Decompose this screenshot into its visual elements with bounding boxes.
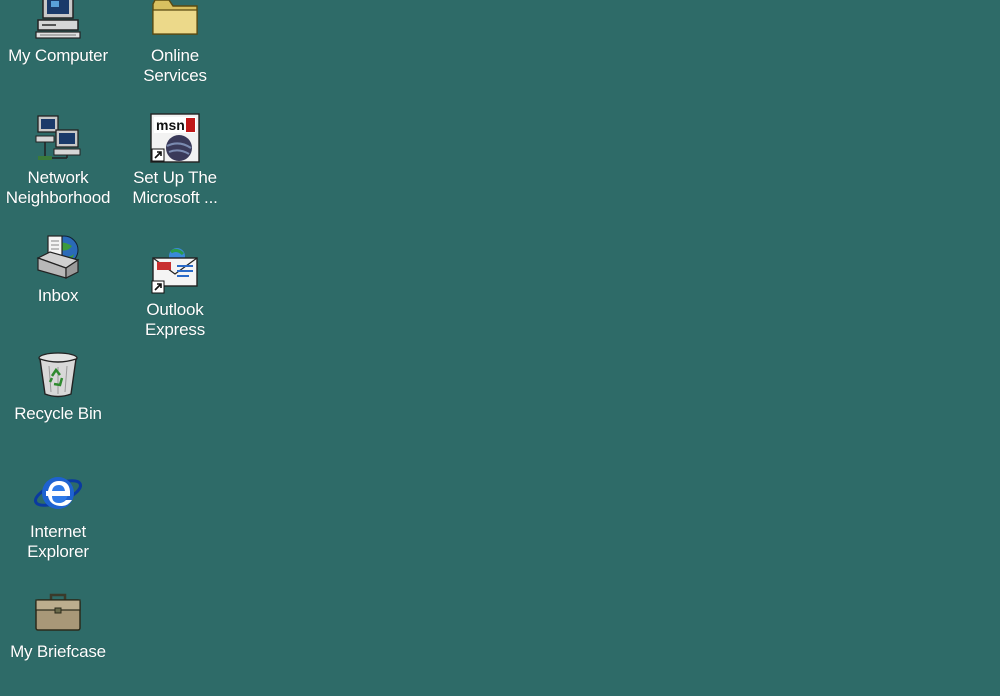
outlook-express-icon xyxy=(151,248,198,294)
desktop-icon-network-neighborhood[interactable]: Network Neighborhood xyxy=(0,112,116,222)
briefcase-icon xyxy=(35,593,81,631)
msn-icon: msn xyxy=(150,113,200,163)
desktop-icon-set-up-msn[interactable]: msn Set Up The Microsoft ... xyxy=(117,112,233,222)
desktop-icon-label: Online Services xyxy=(143,46,207,85)
desktop-icon-my-computer[interactable]: My Computer xyxy=(0,0,116,100)
computer-icon xyxy=(35,0,81,39)
desktop-icon-inbox[interactable]: Inbox xyxy=(0,230,116,340)
recycle-bin-icon xyxy=(38,352,78,398)
desktop-icon-online-services[interactable]: Online Services xyxy=(117,0,233,100)
internet-explorer-icon xyxy=(33,477,83,509)
desktop-icon-internet-explorer[interactable]: Internet Explorer xyxy=(0,466,116,576)
desktop-icon-label: Internet Explorer xyxy=(27,522,89,561)
desktop-icon-label: My Briefcase xyxy=(10,642,106,661)
desktop-icon-label: Outlook Express xyxy=(144,300,205,339)
desktop[interactable]: My Computer Network Neighborhood Inbox R… xyxy=(0,0,1000,680)
desktop-icon-label: Inbox xyxy=(37,286,79,305)
desktop-icon-label: My Computer xyxy=(8,46,108,65)
inbox-icon xyxy=(36,235,80,279)
folder-icon xyxy=(152,0,198,35)
desktop-icon-label: Recycle Bin xyxy=(14,404,102,423)
desktop-icon-outlook-express[interactable]: Outlook Express xyxy=(117,244,233,354)
desktop-icon-label: Set Up The Microsoft ... xyxy=(132,168,218,207)
network-icon xyxy=(35,115,81,160)
desktop-icon-label: Network Neighborhood xyxy=(5,168,111,207)
desktop-icon-recycle-bin[interactable]: Recycle Bin xyxy=(0,348,116,458)
svg-text:msn: msn xyxy=(156,117,185,133)
